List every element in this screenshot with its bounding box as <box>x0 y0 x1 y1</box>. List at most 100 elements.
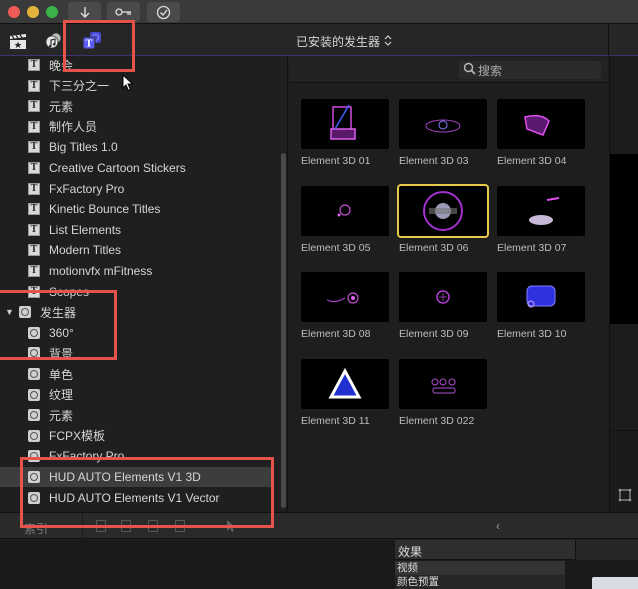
collapse-chevron-icon[interactable]: ‹ <box>496 519 500 533</box>
generator-icon <box>19 306 31 319</box>
search-placeholder: 搜索 <box>478 63 503 78</box>
tile-thumbnail[interactable] <box>301 99 389 149</box>
title-icon: T <box>28 59 40 71</box>
clip-appearance-icon[interactable] <box>175 520 185 532</box>
generator-tile[interactable]: Element 3D 01 <box>301 99 389 167</box>
generator-tile[interactable]: Element 3D 04 <box>497 99 585 167</box>
sidebar-item[interactable]: T Scopes <box>0 282 272 302</box>
viewer-strip <box>609 56 638 512</box>
generator-icon <box>28 450 40 463</box>
timeline-toolbar: 索引 ‹ <box>0 512 638 540</box>
category-popup[interactable]: 已安装的发生器 <box>296 33 392 50</box>
tile-thumbnail[interactable] <box>399 99 487 149</box>
sidebar-item[interactable]: T Big Titles 1.0 <box>0 137 272 157</box>
sidebar-item[interactable]: T Kinetic Bounce Titles <box>0 199 272 219</box>
tile-thumbnail[interactable] <box>301 358 389 409</box>
tile-thumbnail[interactable] <box>399 358 487 409</box>
sidebar-item-label: FCPX模板 <box>49 429 106 444</box>
fullscreen-icon[interactable] <box>618 488 632 502</box>
sidebar-scroll-thumb[interactable] <box>281 153 286 508</box>
sidebar-item[interactable]: T Creative Cartoon Stickers <box>0 158 272 178</box>
tile-label: Element 3D 022 <box>399 414 475 427</box>
generator-tile[interactable]: Element 3D 022 <box>399 358 487 427</box>
music-photos-icon <box>45 32 62 49</box>
effect-preview-thumbnail[interactable] <box>592 577 638 589</box>
browser-toolbar: T 已安装的发生器 <box>0 24 638 56</box>
sidebar-item[interactable]: T 元素 <box>0 96 272 116</box>
titles-generators-tab[interactable]: T <box>81 31 103 51</box>
effects-item-video[interactable]: 视频 <box>395 561 565 575</box>
toolbar-divider <box>82 513 83 540</box>
generator-icon <box>28 491 40 504</box>
select-tool-icon[interactable] <box>226 519 236 536</box>
generator-tile[interactable]: Element 3D 10 <box>497 272 585 340</box>
generator-tile[interactable]: Element 3D 07 <box>497 185 585 254</box>
updown-chevron-icon <box>384 34 392 49</box>
tile-thumbnail[interactable] <box>301 272 389 322</box>
generator-tile[interactable]: Element 3D 08 <box>301 272 389 340</box>
sidebar-item[interactable]: 360° <box>0 323 272 343</box>
key-icon <box>114 8 131 16</box>
sidebar-item-label: Modern Titles <box>49 243 122 258</box>
photos-audio-tab[interactable] <box>43 31 65 51</box>
sidebar-item[interactable]: HUD AUTO Elements V1 Vector <box>0 488 272 508</box>
clip-appearance-icon[interactable] <box>148 520 158 532</box>
sidebar-item[interactable]: ▼ 发生器 <box>0 302 272 322</box>
sidebar-item[interactable]: T FxFactory Pro <box>0 179 272 199</box>
tile-thumbnail[interactable] <box>497 185 585 236</box>
clip-appearance-icon[interactable] <box>96 520 106 532</box>
tile-thumbnail[interactable] <box>301 185 389 236</box>
tile-thumbnail[interactable] <box>497 272 585 322</box>
effects-header: 效果 <box>395 540 575 560</box>
clip-appearance-icon[interactable] <box>121 520 131 532</box>
background-tasks-button[interactable] <box>147 2 180 22</box>
libraries-tab[interactable] <box>7 31 29 51</box>
tile-label: Element 3D 07 <box>497 241 567 254</box>
search-input[interactable]: 搜索 <box>459 61 601 79</box>
tile-thumbnail[interactable] <box>397 183 489 238</box>
keywords-button[interactable] <box>107 2 140 22</box>
generator-tile[interactable]: Element 3D 05 <box>301 185 389 254</box>
sidebar-item[interactable]: T List Elements <box>0 220 272 240</box>
zoom-window-button[interactable] <box>46 6 58 18</box>
import-button[interactable] <box>68 2 101 22</box>
sidebar-item[interactable]: FCPX模板 <box>0 426 272 446</box>
index-button[interactable]: 索引 <box>24 520 48 537</box>
tile-label: Element 3D 06 <box>399 241 469 254</box>
effects-item-color-presets[interactable]: 颜色预置 <box>395 575 565 589</box>
sidebar-item-label: Scopes <box>49 284 90 299</box>
sidebar-item[interactable]: 纹理 <box>0 385 272 405</box>
browser-grid: 搜索 Element 3D 01 Element 3D 03 Element 3D … <box>289 57 608 512</box>
minimize-window-button[interactable] <box>27 6 39 18</box>
sidebar-item[interactable]: T 制作人员 <box>0 117 272 137</box>
sidebar-item[interactable]: Tmotionvfx mFitness <box>0 261 272 281</box>
generator-tile[interactable]: Element 3D 09 <box>399 272 487 340</box>
category-title: 已安装的发生器 <box>296 35 381 49</box>
generator-tile[interactable]: Element 3D 06 <box>397 183 489 254</box>
generator-icon <box>28 429 40 442</box>
sidebar-item[interactable]: 背景 <box>0 343 272 363</box>
tile-label: Element 3D 04 <box>497 155 567 167</box>
effects-browser-right <box>575 540 638 560</box>
sidebar-item[interactable]: T Modern Titles <box>0 240 272 260</box>
sidebar-item[interactable]: T 下三分之一 <box>0 76 272 96</box>
sidebar-item-label: 下三分之一 <box>49 79 110 94</box>
sidebar-item[interactable]: 单色 <box>0 364 272 384</box>
generator-tile[interactable]: Element 3D 11 <box>301 358 389 427</box>
titles-generators-icon: T <box>82 32 101 50</box>
title-icon: T <box>28 100 40 113</box>
close-window-button[interactable] <box>8 6 20 18</box>
tile-thumbnail[interactable] <box>497 99 585 149</box>
sidebar-item-label: Creative Cartoon Stickers <box>49 161 186 175</box>
sidebar-item[interactable]: FxFactory Pro <box>0 446 272 466</box>
tile-thumbnail[interactable] <box>399 272 487 322</box>
sidebar-item[interactable]: HUD AUTO Elements V1 3D <box>0 467 272 487</box>
generator-icon <box>28 347 40 360</box>
sidebar-item-label: FxFactory Pro <box>49 181 125 196</box>
sidebar-item[interactable]: T 晚会 <box>0 57 272 75</box>
title-icon: T <box>28 223 40 236</box>
disclosure-triangle-icon[interactable]: ▼ <box>5 307 19 317</box>
title-icon: T <box>28 79 40 92</box>
sidebar-item[interactable]: 元素 <box>0 405 272 425</box>
generator-tile[interactable]: Element 3D 03 <box>399 99 487 167</box>
